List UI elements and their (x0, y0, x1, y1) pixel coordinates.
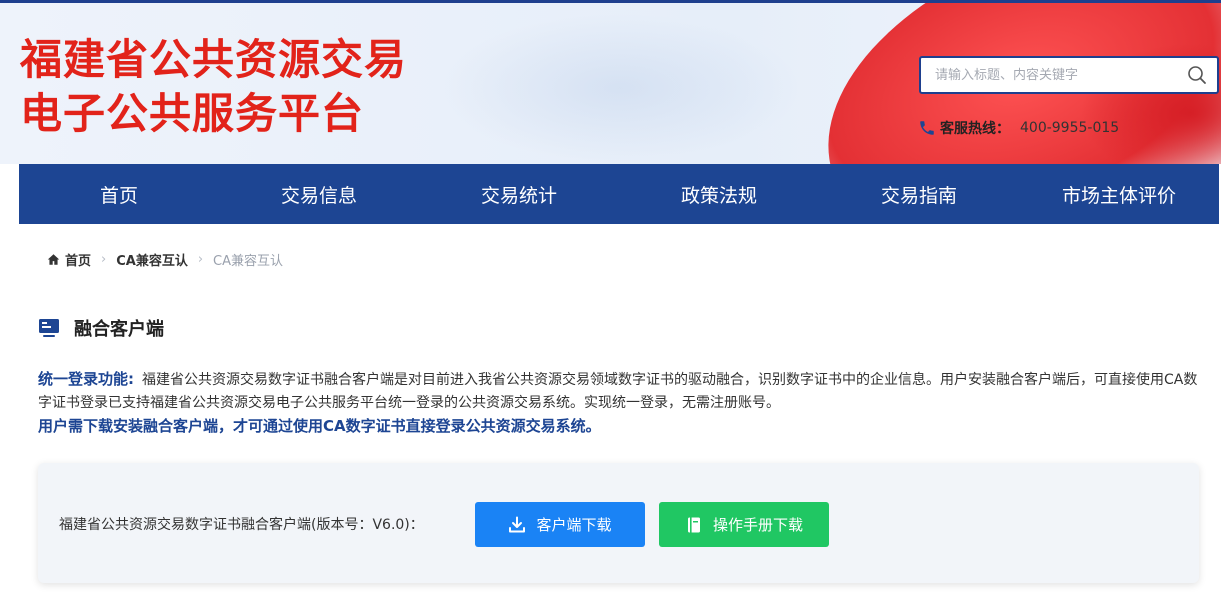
chevron-right-icon: › (197, 251, 204, 267)
hotline-number: 400-9955-015 (1020, 120, 1120, 136)
client-version-label: 福建省公共资源交易数字证书融合客户端(版本号：V6.0)： (59, 517, 424, 533)
description-body: 福建省公共资源交易数字证书融合客户端是对目前进入我省公共资源交易领域数字证书的驱… (38, 372, 1198, 411)
main-navigation: 首页 交易信息 交易统计 政策法规 交易指南 市场主体评价 (19, 164, 1219, 224)
hotline-label: 客服热线： (940, 121, 1010, 137)
download-card: 福建省公共资源交易数字证书融合客户端(版本号：V6.0)： 客户端下载 操作手册… (38, 463, 1199, 583)
description: 统一登录功能: 福建省公共资源交易数字证书融合客户端是对目前进入我省公共资源交易领… (38, 368, 1200, 438)
nav-item-trade-guide[interactable]: 交易指南 (819, 164, 1019, 224)
monitor-icon (39, 319, 59, 337)
section-title-text: 融合客户端 (74, 319, 164, 340)
nav-item-home[interactable]: 首页 (19, 164, 219, 224)
chevron-right-icon: › (101, 251, 107, 267)
search-input[interactable] (921, 58, 1176, 92)
description-emphasis: 用户需下载安装融合客户端，才可通过使用CA数字证书直接登录公共资源交易系统。 (38, 417, 601, 435)
nav-item-trade-stats[interactable]: 交易统计 (419, 164, 619, 224)
book-icon (687, 517, 700, 532)
search-box (919, 56, 1219, 94)
nav-item-policies[interactable]: 政策法规 (619, 164, 819, 224)
nav-item-market-evaluation[interactable]: 市场主体评价 (1019, 164, 1219, 224)
nav-item-trade-info[interactable]: 交易信息 (219, 164, 419, 224)
breadcrumb-ca[interactable]: CA兼容互认 (116, 250, 188, 269)
phone-icon (920, 121, 934, 135)
header-banner: 福建省公共资源交易 电子公共服务平台 客服热线： 400-9955-015 (0, 3, 1221, 164)
breadcrumb-home[interactable]: 首页 (65, 250, 91, 269)
manual-download-button[interactable]: 操作手册下载 (659, 502, 829, 547)
manual-download-label: 操作手册下载 (712, 516, 803, 534)
customer-hotline: 客服热线： 400-9955-015 (918, 118, 1119, 138)
search-icon[interactable] (1187, 65, 1207, 85)
description-lead: 统一登录功能: (38, 370, 134, 388)
client-download-button[interactable]: 客户端下载 (475, 502, 645, 547)
home-icon (47, 253, 60, 265)
breadcrumb: 首页 › CA兼容互认 › CA兼容互认 (47, 249, 283, 269)
header-watermark (440, 13, 800, 163)
logo-line-1: 福建省公共资源交易 (20, 35, 408, 84)
logo-line-2: 电子公共服务平台 (20, 89, 365, 138)
section-title: 融合客户端 (38, 315, 164, 341)
breadcrumb-current: CA兼容互认 (213, 253, 284, 269)
download-icon (509, 516, 526, 532)
client-download-label: 客户端下载 (536, 516, 612, 534)
site-logo[interactable]: 福建省公共资源交易 电子公共服务平台 (20, 33, 407, 141)
